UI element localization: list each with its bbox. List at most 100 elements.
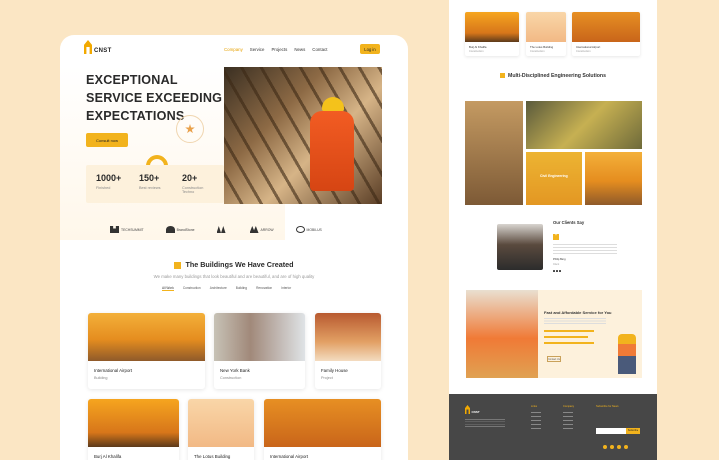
partner-2-icon: [165, 226, 175, 233]
stat-value: 1000+: [96, 173, 122, 183]
nav-item-contact[interactable]: Contact: [312, 47, 327, 52]
instagram-icon[interactable]: [617, 445, 621, 449]
tile-label: Civil Engineering: [540, 174, 568, 178]
filter-construction[interactable]: Construction: [183, 286, 201, 291]
airport-image: [88, 313, 205, 361]
project-card[interactable]: Burj Al Khalifa Construction: [465, 12, 519, 56]
project-card[interactable]: The Lotus Building: [188, 399, 254, 460]
project-title: Burj Al Khalifa: [469, 45, 487, 49]
engineer-photo-2: [526, 101, 642, 149]
headline-line-2: SERVICE EXCEEDING: [86, 91, 223, 105]
filter-interior[interactable]: Interior: [281, 286, 291, 291]
carousel-dots[interactable]: [553, 270, 561, 272]
subscribe-button[interactable]: Subscribe: [626, 428, 640, 434]
crane-logo-icon: [84, 40, 92, 54]
project-title: International Airport: [270, 454, 309, 459]
dot-icon[interactable]: [553, 270, 555, 272]
footer-brand[interactable]: CNST: [465, 405, 480, 414]
lotus-image: [188, 399, 254, 447]
project-title: Family House: [321, 368, 348, 373]
project-card[interactable]: New York Bank Construction: [214, 313, 305, 389]
partner-5-icon: [295, 226, 305, 233]
footer-col-title: Subscribe for News: [596, 405, 619, 408]
project-title: Burj Al Khalifa: [94, 454, 122, 459]
footer-col-title: Company: [563, 405, 575, 408]
consult-now-button[interactable]: Consult now: [86, 133, 128, 147]
cta-title: Fast and Affordable Service for You: [544, 310, 612, 315]
engineering-title-text: Multi-Disciplined Engineering Solutions: [508, 73, 606, 79]
civil-engineering-tile[interactable]: Civil Engineering: [526, 152, 582, 205]
project-category: Construction: [576, 50, 591, 53]
project-card[interactable]: The Lotus Building Construction: [526, 12, 566, 56]
partner-logo-4: ARROW: [249, 226, 274, 233]
footer-link-list[interactable]: [563, 412, 573, 430]
buildings-title-text: The Buildings We Have Created: [185, 260, 294, 269]
project-title: New York Bank: [220, 368, 250, 373]
nav-item-company[interactable]: Company: [224, 47, 243, 52]
family-house-image: [315, 313, 381, 361]
project-card[interactable]: International Airport Construction: [572, 12, 640, 56]
filter-architecture[interactable]: Architecture: [210, 286, 227, 291]
tile-overlay: [526, 152, 582, 205]
hero-worker-image: [224, 67, 382, 204]
nav-item-news[interactable]: News: [294, 47, 305, 52]
partner-logo-2: BrandStone: [165, 226, 195, 233]
partner-3-icon: [216, 226, 226, 233]
project-category: Construction: [530, 50, 545, 53]
client-name: Philip Berg: [553, 258, 566, 261]
buildings-section-title: The Buildings We Have Created: [60, 260, 408, 269]
filter-building[interactable]: Building: [236, 286, 247, 291]
project-card[interactable]: International Airport: [264, 399, 381, 460]
project-filter-tabs: All Work Construction Architecture Build…: [162, 286, 291, 291]
bank-image: [214, 313, 305, 361]
stat-label: Best reviews: [139, 186, 161, 190]
dot-icon[interactable]: [559, 270, 561, 272]
rotating-badge: [176, 115, 204, 143]
partner-4-icon: [249, 226, 259, 233]
nav-item-projects[interactable]: Projects: [271, 47, 287, 52]
social-links: [603, 445, 628, 449]
project-title: International Airport: [94, 368, 133, 373]
dot-icon[interactable]: [556, 270, 558, 272]
contact-us-button[interactable]: Contact Us: [547, 356, 561, 362]
partner-name: ARROW: [260, 227, 274, 232]
newsletter-email-input[interactable]: [596, 428, 626, 434]
project-category: Construction: [469, 50, 484, 53]
engineer-photo-3: [585, 152, 642, 205]
footer-link-list[interactable]: [531, 412, 541, 430]
project-card[interactable]: Family House Project: [315, 313, 381, 389]
partner-logo-3: [216, 226, 228, 233]
project-card[interactable]: Burj Al Khalifa: [88, 399, 179, 460]
airport-2-image: [264, 399, 381, 447]
section-square-icon: [500, 73, 505, 79]
section-square-icon: [174, 261, 182, 269]
airport-image: [572, 12, 640, 42]
facebook-icon[interactable]: [603, 445, 607, 449]
nav-item-service[interactable]: Service: [250, 47, 265, 52]
partner-logo-5: MOBILUS: [295, 226, 322, 233]
twitter-icon[interactable]: [610, 445, 614, 449]
login-button[interactable]: Log in: [360, 44, 380, 54]
cta-feature-line: [544, 342, 594, 344]
linkedin-icon[interactable]: [624, 445, 628, 449]
lotus-image: [526, 12, 566, 42]
filter-renovation[interactable]: Renovation: [256, 286, 272, 291]
secondary-page-preview: Burj Al Khalifa Construction The Lotus B…: [449, 0, 657, 460]
cta-feature-line: [544, 330, 594, 332]
brand-name: CNST: [94, 48, 112, 54]
cta-feature-line: [544, 336, 588, 338]
brand-logo[interactable]: CNST: [84, 40, 112, 54]
stat-label: Finished: [96, 186, 111, 190]
footer-subscribe-column: Subscribe for News: [596, 405, 619, 412]
buildings-subtitle: We make many buildings that look beautif…: [153, 274, 315, 279]
project-card[interactable]: International Airport Building: [88, 313, 205, 389]
top-nav: CNST Company Service Projects News Conta…: [60, 35, 408, 65]
testimonial-title: Our Clients Say: [553, 220, 585, 225]
stat-techno: 20+ Construction Techno: [172, 165, 215, 203]
footer-address: [465, 419, 505, 427]
headline-line-1: EXCEPTIONAL: [86, 73, 178, 87]
footer-col-title: Links: [531, 405, 538, 408]
stat-label: Construction Techno: [182, 186, 204, 194]
filter-all-work[interactable]: All Work: [162, 286, 174, 291]
partner-1-icon: [110, 226, 119, 233]
